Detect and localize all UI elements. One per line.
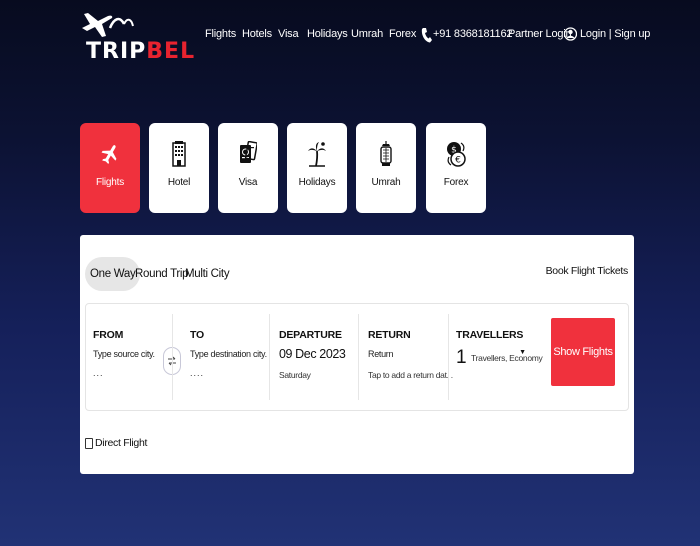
travellers-count: 1 [456,347,467,368]
return-hint: Tap to add a return dat. . [368,370,453,380]
search-fields-panel: FROM ... TO .... DEPARTURE 09 Dec 2023 S… [85,303,629,411]
from-label: FROM [93,329,124,341]
to-label: TO [190,329,204,341]
tile-visa[interactable]: Visa [218,123,278,213]
book-flight-tickets-link[interactable]: Book Flight Tickets [546,265,629,277]
phone-icon [421,27,432,46]
palm-tree-icon [307,139,327,169]
currency-exchange-icon: $ € [446,139,466,169]
hotel-building-icon [171,139,187,169]
tile-label: Visa [238,177,258,188]
travellers-label: TRAVELLERS [456,329,524,341]
login-signup-link[interactable]: Login | Sign up [580,28,650,40]
travellers-dropdown-caret-icon[interactable]: ▼ [519,349,526,356]
tile-forex[interactable]: $ € Forex [426,123,486,213]
user-account-icon[interactable] [563,24,578,47]
logo-wordmark: TRIPBEL [86,39,196,64]
nav-flights[interactable]: Flights [205,28,236,40]
travellers-summary: 1 Travellers, Economy [456,347,543,369]
tile-hotel[interactable]: Hotel [149,123,209,213]
departure-field[interactable]: DEPARTURE 09 Dec 2023 Saturday [279,314,359,400]
nav-holidays[interactable]: Holidays [307,28,348,40]
return-label: RETURN [368,329,411,341]
travellers-text: Travellers, Economy [471,353,543,363]
to-dots: .... [190,368,205,378]
field-divider [358,314,359,400]
nav-umrah[interactable]: Umrah [351,28,383,40]
departure-day: Saturday [279,370,311,380]
show-flights-button[interactable]: Show Flights [551,318,615,386]
tile-label: Umrah [371,177,401,188]
from-dots: ... [93,368,104,378]
field-divider [269,314,270,400]
tile-flights[interactable]: Flights [80,123,140,213]
nav-hotels[interactable]: Hotels [242,28,272,40]
tripbel-logo[interactable]: TRIPBEL [80,6,194,68]
return-field[interactable]: RETURN Return Tap to add a return dat. . [368,314,453,400]
departure-date: 09 Dec 2023 [279,347,346,361]
direct-flight-label: Direct Flight [95,437,148,449]
from-field[interactable]: FROM ... [93,314,165,400]
departure-label: DEPARTURE [279,329,342,341]
phone-number[interactable]: +91 8368181162 [433,28,512,40]
direct-flight-checkbox[interactable] [85,437,93,449]
tile-label: Flights [95,177,125,188]
to-field[interactable]: TO .... [190,314,268,400]
partner-login-link[interactable]: Partner Login [508,28,572,40]
nav-visa[interactable]: Visa [278,28,299,40]
to-input[interactable] [190,349,268,359]
field-divider [172,314,173,400]
field-divider [448,314,449,400]
travellers-field[interactable]: TRAVELLERS 1 Travellers, Economy ▼ [456,314,543,400]
tab-multi-city[interactable]: Multi City [180,257,234,291]
direct-flight-option[interactable]: Direct Flight [85,437,147,449]
tile-umrah[interactable]: Umrah [356,123,416,213]
passport-icon [239,139,257,169]
nav-forex[interactable]: Forex [389,28,416,40]
return-value: Return [368,349,394,359]
svg-text:€: € [455,156,461,166]
tile-label: Forex [443,177,469,188]
top-header: TRIPBEL Flights Hotels Visa Holidays Umr… [0,0,700,80]
from-input[interactable] [93,349,165,359]
airplane-icon [101,139,119,169]
flight-search-card: One Way Round Trip Multi City Book Fligh… [80,235,634,474]
tile-holidays[interactable]: Holidays [287,123,347,213]
tile-label: Hotel [167,177,191,188]
lantern-icon [378,139,394,169]
tile-label: Holidays [298,177,336,188]
